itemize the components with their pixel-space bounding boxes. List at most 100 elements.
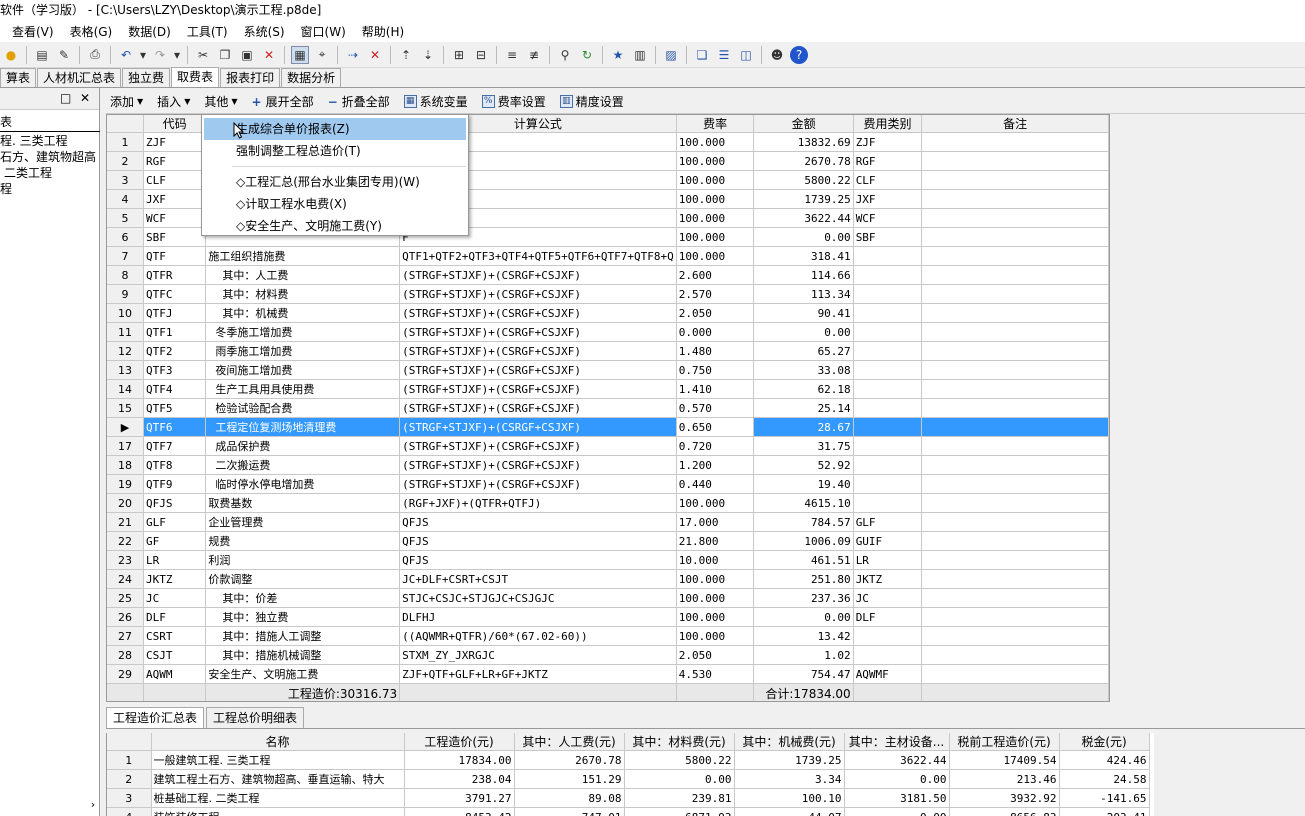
cell-code[interactable]: GF: [143, 531, 207, 551]
cell-category[interactable]: GLF: [853, 512, 923, 532]
cell-category[interactable]: CLF: [853, 170, 923, 190]
cell-value[interactable]: 1739.25: [734, 750, 845, 770]
cell-value[interactable]: 3791.27: [404, 788, 515, 808]
cell-amount[interactable]: 2670.78: [753, 151, 854, 171]
cell-code[interactable]: QTF6: [143, 417, 207, 437]
cell-rate[interactable]: 2.050: [676, 645, 755, 665]
cell-code[interactable]: ZJF: [143, 132, 207, 152]
cell-remark[interactable]: [921, 151, 1109, 171]
cell-value[interactable]: 17409.54: [949, 750, 1060, 770]
cell-category[interactable]: ZJF: [853, 132, 923, 152]
cell-name[interactable]: 其中：机械费: [205, 303, 401, 323]
cell-formula[interactable]: ZJF+QTF+GLF+LR+GF+JKTZ: [399, 664, 677, 684]
cell-remark[interactable]: [921, 265, 1109, 285]
cell-rate[interactable]: 100.000: [676, 569, 755, 589]
cell-name[interactable]: 其中：措施机械调整: [205, 645, 401, 665]
cell-code[interactable]: QTFJ: [143, 303, 207, 323]
cell-name[interactable]: 装饰装修工程: [151, 807, 405, 816]
cell-formula[interactable]: (RGF+JXF)+(QTFR+QTFJ): [399, 493, 677, 513]
print-icon[interactable]: ⎙: [86, 46, 104, 64]
chart-icon[interactable]: ▨: [662, 46, 680, 64]
cell-formula[interactable]: STJC+CSJC+STJGJC+CSJGJC: [399, 588, 677, 608]
cell-value[interactable]: 3181.50: [844, 788, 950, 808]
chevron-down-icon[interactable]: ▾: [139, 46, 147, 64]
column-header-category[interactable]: 费用类别: [853, 115, 923, 133]
cell-remark[interactable]: [921, 227, 1109, 247]
cell-formula[interactable]: QFJS: [399, 531, 677, 551]
cell-formula[interactable]: STXM_ZY_JXRGJC: [399, 645, 677, 665]
cell-remark[interactable]: [921, 550, 1109, 570]
menu-data[interactable]: 数据(D): [128, 23, 171, 40]
cell-rate[interactable]: 2.570: [676, 284, 755, 304]
cell-formula[interactable]: (STRGF+STJXF)+(CSRGF+CSJXF): [399, 284, 677, 304]
window-vsplit-icon[interactable]: ◫: [737, 46, 755, 64]
table-row[interactable]: 15 QTF5 检验试验配合费 (STRGF+STJXF)+(CSRGF+CSJXF…: [107, 398, 1109, 418]
cell-rate[interactable]: 17.000: [676, 512, 755, 532]
cell-amount[interactable]: 62.18: [753, 379, 854, 399]
cell-rate[interactable]: 1.480: [676, 341, 755, 361]
cell-value[interactable]: 0.00: [844, 807, 950, 816]
cell-category[interactable]: [853, 265, 923, 285]
clear-icon[interactable]: ≢: [525, 46, 543, 64]
cell-amount[interactable]: 5800.22: [753, 170, 854, 190]
cell-formula[interactable]: (STRGF+STJXF)+(CSRGF+CSJXF): [399, 436, 677, 456]
cell-rate[interactable]: 4.530: [676, 664, 755, 684]
cell-value[interactable]: 2670.78: [514, 750, 625, 770]
table-row[interactable]: 22 GF 规费 QFJS 21.800 1006.09 GUIF: [107, 531, 1109, 551]
system-vars-button[interactable]: ▦ 系统变量: [403, 93, 468, 110]
tree-item[interactable]: 石方、建筑物超高: [0, 149, 99, 165]
tree-item[interactable]: 程: [0, 181, 99, 197]
table-row[interactable]: 9 QTFC 其中：材料费 (STRGF+STJXF)+(CSRGF+CSJXF) 2…: [107, 284, 1109, 304]
copy-icon[interactable]: ❐: [216, 46, 234, 64]
insert-row-icon[interactable]: ⇢: [344, 46, 362, 64]
cell-value[interactable]: 44.07: [734, 807, 845, 816]
cell-value[interactable]: 8656.83: [949, 807, 1060, 816]
cell-name[interactable]: 成品保护费: [205, 436, 401, 456]
other-menu-button[interactable]: 其他 ▼: [204, 93, 237, 110]
cell-rate[interactable]: 100.000: [676, 493, 755, 513]
cell-name[interactable]: 企业管理费: [205, 512, 401, 532]
cell-name[interactable]: 二次搬运费: [205, 455, 401, 475]
cell-rate[interactable]: 100.000: [676, 246, 755, 266]
table-row[interactable]: 24 JKTZ 价款调整 JC+DLF+CSRT+CSJT 100.000 251.80 J…: [107, 569, 1109, 589]
cell-amount[interactable]: 1.02: [753, 645, 854, 665]
cell-code[interactable]: LR: [143, 550, 207, 570]
cell-code[interactable]: RGF: [143, 151, 207, 171]
table-row[interactable]: 23 LR 利润 QFJS 10.000 461.51 LR: [107, 550, 1109, 570]
cell-amount[interactable]: 4615.10: [753, 493, 854, 513]
cell-remark[interactable]: [921, 132, 1109, 152]
cell-remark[interactable]: [921, 322, 1109, 342]
save-icon[interactable]: ▤: [33, 46, 51, 64]
cell-amount[interactable]: 1739.25: [753, 189, 854, 209]
cell-value[interactable]: 6871.93: [624, 807, 735, 816]
tab-fee-table[interactable]: 取费表: [171, 67, 220, 87]
tree-item[interactable]: 二类工程: [0, 165, 99, 181]
cell-name[interactable]: 临时停水停电增加费: [205, 474, 401, 494]
cell-name[interactable]: 其中：人工费: [205, 265, 401, 285]
cell-code[interactable]: WCF: [143, 208, 207, 228]
cell-amount[interactable]: 114.66: [753, 265, 854, 285]
cell-amount[interactable]: 754.47: [753, 664, 854, 684]
cell-code[interactable]: JC: [143, 588, 207, 608]
table-row[interactable]: 26 DLF 其中：独立费 DLFHJ 100.000 0.00 DLF: [107, 607, 1109, 627]
cell-name[interactable]: 其中：价差: [205, 588, 401, 608]
cell-amount[interactable]: 90.41: [753, 303, 854, 323]
delete-icon[interactable]: ✕: [260, 46, 278, 64]
table-row[interactable]: 21 GLF 企业管理费 QFJS 17.000 784.57 GLF: [107, 512, 1109, 532]
cell-remark[interactable]: [921, 379, 1109, 399]
cell-rate[interactable]: 0.720: [676, 436, 755, 456]
rate-settings-button[interactable]: % 费率设置: [481, 93, 546, 110]
cell-name[interactable]: 一般建筑工程. 三类工程: [151, 750, 405, 770]
cell-rate[interactable]: 0.570: [676, 398, 755, 418]
cell-remark[interactable]: [921, 569, 1109, 589]
cell-category[interactable]: [853, 322, 923, 342]
cell-name[interactable]: 价款调整: [205, 569, 401, 589]
cell-code[interactable]: QTF: [143, 246, 207, 266]
cell-value[interactable]: 0.00: [624, 769, 735, 789]
cell-category[interactable]: [853, 341, 923, 361]
cell-remark[interactable]: [921, 436, 1109, 456]
cell-amount[interactable]: 65.27: [753, 341, 854, 361]
cell-formula[interactable]: ((AQWMR+QTFR)/60*(67.02-60)): [399, 626, 677, 646]
cell-code[interactable]: CLF: [143, 170, 207, 190]
cell-name[interactable]: 规费: [205, 531, 401, 551]
